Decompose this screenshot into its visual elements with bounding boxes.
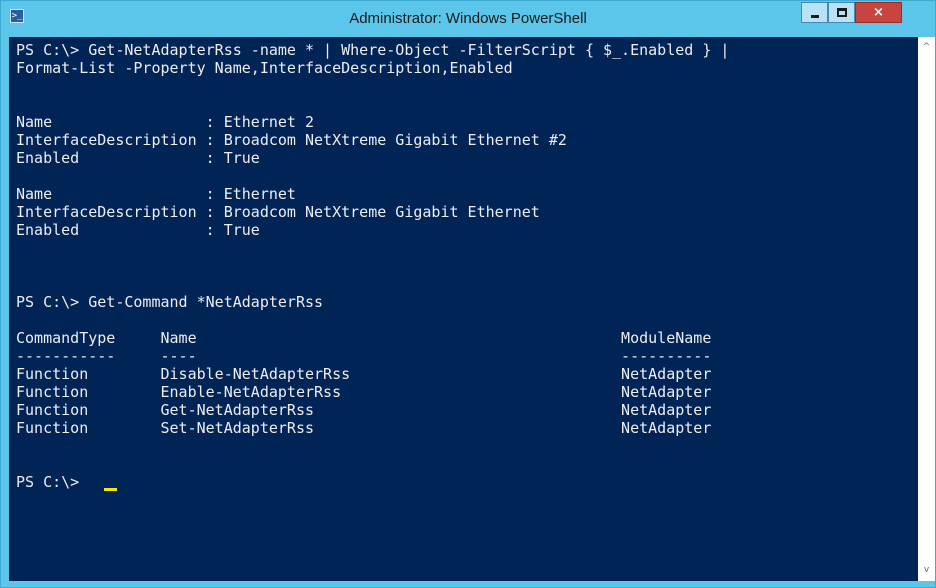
- vertical-scrollbar[interactable]: ^ v: [918, 37, 935, 581]
- scroll-down-icon[interactable]: v: [918, 562, 935, 579]
- minimize-button[interactable]: [801, 2, 828, 23]
- console-line: Function Disable-NetAdapterRss NetAdapte…: [16, 365, 712, 383]
- console-line: InterfaceDescription : Broadcom NetXtrem…: [16, 131, 567, 149]
- title-bar[interactable]: >_ Administrator: Windows PowerShell ×: [1, 1, 935, 37]
- maximize-icon: [837, 8, 847, 17]
- console-line: Function Enable-NetAdapterRss NetAdapter: [16, 383, 712, 401]
- window-title: Administrator: Windows PowerShell: [349, 10, 587, 27]
- console-line: PS C:\> Get-Command *NetAdapterRss: [16, 293, 324, 311]
- console-line: InterfaceDescription : Broadcom NetXtrem…: [16, 203, 540, 221]
- powershell-window: >_ Administrator: Windows PowerShell × P…: [0, 0, 936, 588]
- text-cursor: [104, 488, 117, 491]
- console-line: Function Set-NetAdapterRss NetAdapter: [16, 419, 712, 437]
- close-icon: ×: [873, 5, 884, 20]
- close-button[interactable]: ×: [855, 2, 902, 23]
- console-line: Enabled : True: [16, 221, 260, 239]
- console-line: Format-List -Property Name,InterfaceDesc…: [16, 59, 513, 77]
- scroll-up-icon[interactable]: ^: [918, 39, 935, 56]
- minimize-icon: [811, 15, 819, 18]
- console-line: Function Get-NetAdapterRss NetAdapter: [16, 401, 712, 419]
- maximize-button[interactable]: [828, 2, 855, 23]
- console-line: Enabled : True: [16, 149, 260, 167]
- console-line: Name : Ethernet: [16, 185, 296, 203]
- console-line: PS C:\> Get-NetAdapterRss -name * | Wher…: [16, 41, 730, 59]
- console-output[interactable]: PS C:\> Get-NetAdapterRss -name * | Wher…: [9, 37, 918, 581]
- console-prompt: PS C:\>: [16, 473, 89, 491]
- console-line: CommandType Name ModuleName: [16, 329, 712, 347]
- console-line: Name : Ethernet 2: [16, 113, 315, 131]
- console-line: ----------- ---- ----------: [16, 347, 712, 365]
